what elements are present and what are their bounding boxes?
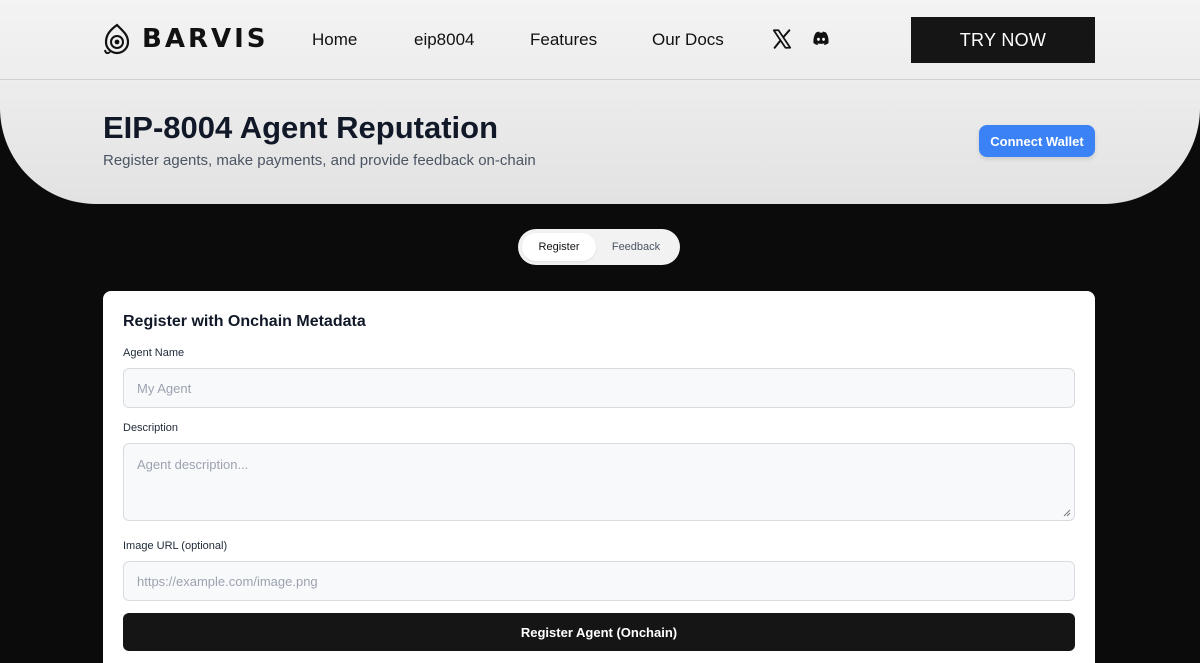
- tab-feedback[interactable]: Feedback: [596, 233, 676, 261]
- description-placeholder: Agent description...: [137, 457, 249, 472]
- connect-wallet-button[interactable]: Connect Wallet: [979, 125, 1095, 157]
- image-url-input[interactable]: https://example.com/image.png: [123, 561, 1075, 601]
- nav-link-home[interactable]: Home: [312, 30, 357, 50]
- register-agent-button[interactable]: Register Agent (Onchain): [123, 613, 1075, 651]
- description-textarea[interactable]: Agent description...: [123, 443, 1075, 521]
- brand-name: BARVIS: [142, 24, 269, 54]
- form-title: Register with Onchain Metadata: [123, 313, 366, 330]
- description-label: Description: [123, 422, 179, 434]
- nav-link-features[interactable]: Features: [530, 30, 597, 50]
- try-now-button[interactable]: TRY NOW: [911, 17, 1095, 63]
- nav-link-eip8004[interactable]: eip8004: [414, 30, 475, 50]
- barvis-logo-icon: [104, 23, 130, 55]
- page-title: EIP-8004 Agent Reputation: [103, 110, 499, 145]
- x-icon[interactable]: [771, 28, 793, 50]
- discord-icon[interactable]: [810, 28, 832, 50]
- register-form-card: Register with Onchain Metadata Agent Nam…: [103, 291, 1095, 663]
- image-url-label: Image URL (optional): [123, 540, 228, 552]
- nav-link-docs[interactable]: Our Docs: [652, 30, 724, 50]
- resize-grip-icon[interactable]: [1063, 509, 1071, 517]
- page-subtitle: Register agents, make payments, and prov…: [103, 152, 536, 169]
- agent-name-input[interactable]: My Agent: [123, 368, 1075, 408]
- tab-switcher: Register Feedback: [518, 229, 680, 265]
- brand-logo[interactable]: BARVIS: [102, 22, 268, 56]
- agent-name-label: Agent Name: [123, 347, 185, 359]
- tab-register[interactable]: Register: [522, 233, 596, 261]
- top-navbar: BARVIS Home eip8004 Features Our Docs TR…: [0, 0, 1200, 80]
